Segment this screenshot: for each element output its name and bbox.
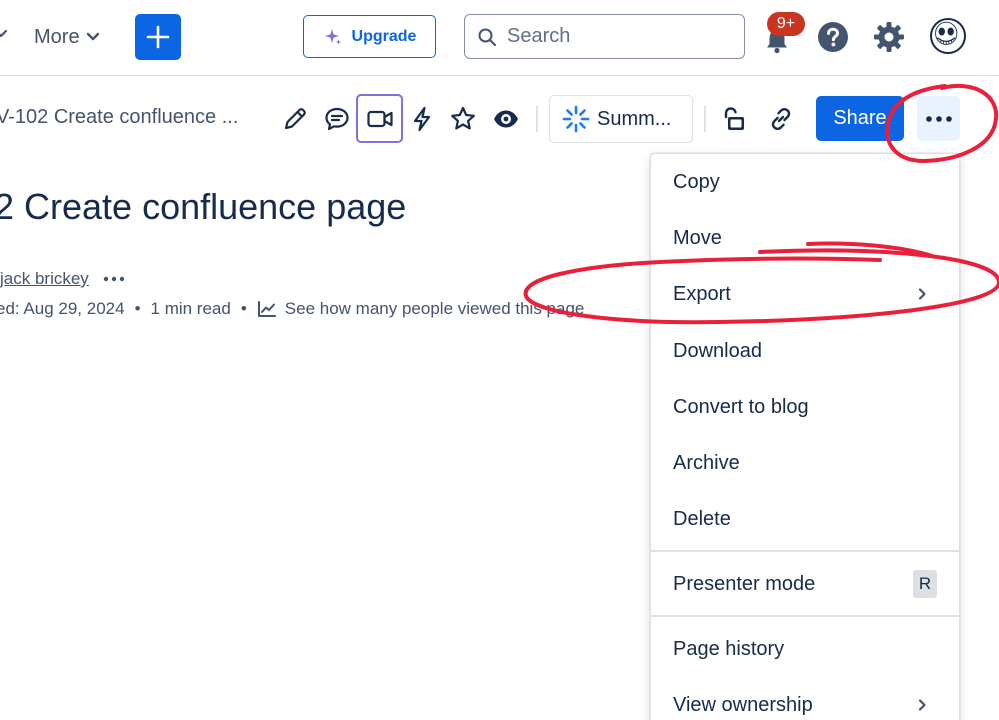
byline: jack brickey	[0, 267, 125, 291]
more-horizontal-icon	[925, 115, 952, 122]
record-video-button[interactable]	[356, 94, 403, 143]
menu-item-copy[interactable]: Copy	[651, 154, 959, 210]
toolbar-divider	[536, 106, 538, 132]
menu-item-label: Copy	[673, 170, 720, 193]
menu-divider	[651, 550, 959, 552]
menu-item-label: Download	[673, 339, 762, 362]
more-menu-button[interactable]: More	[34, 24, 100, 50]
updated-date: ed: Aug 29, 2024	[0, 299, 125, 318]
comment-icon	[325, 107, 349, 131]
restrictions-button[interactable]	[715, 100, 753, 138]
menu-item-view-ownership[interactable]: View ownership	[651, 677, 959, 720]
edit-button[interactable]	[276, 100, 314, 138]
star-icon	[451, 106, 475, 130]
more-actions-button[interactable]	[917, 96, 960, 141]
menu-item-label: Move	[673, 226, 722, 249]
plus-icon	[146, 25, 170, 49]
author-link[interactable]: jack brickey	[0, 269, 89, 289]
separator-dot: •	[240, 299, 247, 318]
page-views-link[interactable]: See how many people viewed this page	[257, 299, 585, 319]
video-camera-icon	[366, 110, 393, 127]
upgrade-button[interactable]: Upgrade	[303, 15, 436, 58]
lightning-icon	[413, 106, 431, 132]
read-time: 1 min read	[150, 299, 231, 318]
menu-item-label: Archive	[673, 451, 740, 474]
avatar[interactable]	[930, 18, 966, 54]
chevron-down-icon[interactable]	[0, 27, 8, 41]
menu-item-page-history[interactable]: Page history	[651, 621, 959, 677]
menu-item-move[interactable]: Move	[651, 210, 959, 266]
copy-link-button[interactable]	[762, 100, 800, 138]
page-title: 2 Create confluence page	[0, 186, 407, 227]
chevron-right-icon	[918, 699, 926, 711]
pencil-icon	[284, 108, 306, 130]
search-icon	[478, 28, 497, 46]
summarize-button[interactable]: Summ...	[549, 95, 693, 143]
search-input[interactable]	[507, 25, 727, 48]
notification-badge: 9+	[767, 12, 805, 36]
menu-item-export[interactable]: Export	[651, 266, 959, 322]
skull-avatar-icon	[935, 21, 958, 45]
watch-button[interactable]	[487, 100, 525, 138]
chevron-down-icon	[86, 32, 99, 41]
menu-item-label: Export	[673, 282, 731, 305]
link-icon	[771, 107, 791, 131]
menu-item-label: Page history	[673, 637, 785, 660]
toolbar-divider	[704, 106, 706, 132]
gear-icon[interactable]	[872, 20, 906, 54]
unlock-icon	[724, 107, 744, 130]
page-views-label: See how many people viewed this page	[284, 299, 585, 318]
menu-item-delete[interactable]: Delete	[651, 491, 959, 547]
menu-item-download[interactable]: Download	[651, 323, 959, 379]
search-box[interactable]	[464, 14, 745, 59]
share-button[interactable]: Share	[816, 96, 904, 141]
comment-button[interactable]	[318, 100, 356, 138]
summarize-label: Summ...	[597, 107, 672, 130]
eye-icon	[494, 110, 518, 128]
sparkle-icon	[324, 28, 341, 44]
more-horizontal-icon[interactable]	[103, 276, 125, 282]
menu-item-label: View ownership	[673, 693, 813, 716]
create-button[interactable]	[135, 14, 181, 60]
menu-item-label: Presenter mode	[673, 572, 816, 595]
more-menu-label: More	[34, 25, 80, 48]
menu-divider	[651, 615, 959, 617]
keyboard-shortcut: R	[913, 570, 937, 598]
chevron-right-icon	[918, 288, 926, 300]
automation-button[interactable]	[403, 100, 441, 138]
menu-item-presenter-mode[interactable]: Presenter mode R	[651, 556, 959, 612]
separator-dot: •	[134, 299, 141, 318]
help-icon[interactable]	[817, 21, 849, 53]
menu-item-label: Convert to blog	[673, 395, 809, 418]
upgrade-label: Upgrade	[351, 27, 417, 45]
page-metadata: ed: Aug 29, 2024 • 1 min read • See how …	[0, 297, 584, 321]
breadcrumb[interactable]: V-102 Create confluence ...	[0, 106, 238, 129]
menu-item-archive[interactable]: Archive	[651, 435, 959, 491]
menu-item-label: Delete	[673, 507, 731, 530]
menu-item-convert-to-blog[interactable]: Convert to blog	[651, 379, 959, 435]
ai-spinner-icon	[562, 105, 590, 133]
star-button[interactable]	[444, 100, 482, 138]
top-navigation: More Upgrade 9+	[0, 0, 999, 76]
analytics-chart-icon	[257, 301, 276, 317]
more-actions-menu: Copy Move Export Download Convert to blo…	[650, 153, 960, 720]
